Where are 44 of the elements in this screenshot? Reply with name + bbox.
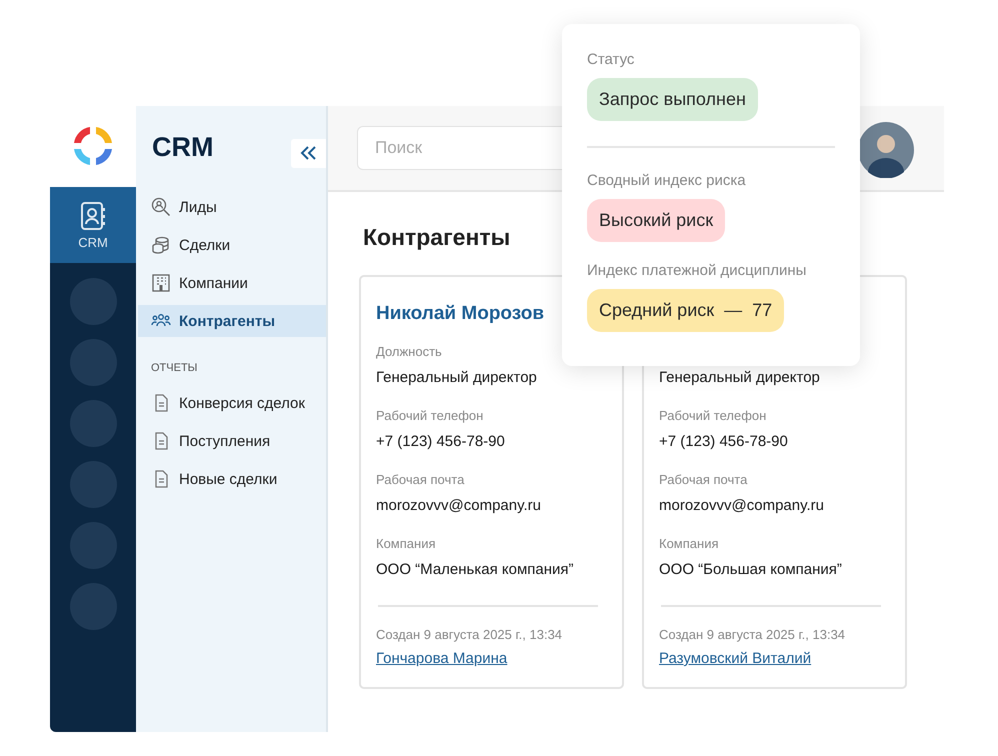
sidebar-item[interactable]: Компании <box>136 267 326 299</box>
author-link[interactable]: Разумовский Виталий <box>659 650 812 667</box>
report-item[interactable]: Новые сделки <box>136 463 326 495</box>
status-badge: Высокий риск <box>587 199 726 242</box>
rail-item[interactable]: CRM <box>50 187 136 263</box>
author-link[interactable]: Гончарова Марина <box>376 650 508 667</box>
report-item[interactable]: Конверсия сделок <box>136 387 326 419</box>
status-badge: Средний риск — 77 <box>587 289 784 332</box>
field-value: +7 (123) 456-78-90 <box>376 433 505 450</box>
collapse-button[interactable] <box>291 138 326 168</box>
popover-label: Индекс платежной дисциплины <box>587 262 806 279</box>
field-value: Генеральный директор <box>659 369 820 386</box>
report-item[interactable]: Поступления <box>136 425 326 457</box>
contacts-icon <box>80 200 106 230</box>
status-badge: Запрос выполнен <box>587 78 758 121</box>
sidebar-item[interactable]: Лиды <box>136 191 326 223</box>
sidebar-item[interactable]: Контрагенты <box>138 305 326 337</box>
sidebar-item[interactable]: Сделки <box>136 229 326 261</box>
field-label: Компания <box>659 536 718 551</box>
section-heading: ОТЧЕТЫ <box>150 361 198 376</box>
created-date: Создан 9 августа 2025 г., 13:34 <box>376 627 562 642</box>
field-label: Рабочая почта <box>659 472 748 487</box>
coins-icon <box>151 235 171 255</box>
field-label: Компания <box>376 536 436 551</box>
field-value: morozovvv@company.ru <box>659 497 824 514</box>
contact-name[interactable]: Николай Морозов <box>376 303 544 324</box>
field-value: morozovvv@company.ru <box>376 497 541 514</box>
user-search-icon <box>151 197 171 217</box>
building-icon <box>151 273 171 293</box>
field-label: Рабочая почта <box>376 472 464 487</box>
field-value: +7 (123) 456-78-90 <box>659 433 788 450</box>
field-value: ООО “Большая компания” <box>659 561 842 578</box>
sidebar-title: CRM <box>152 132 214 162</box>
created-date: Создан 9 августа 2025 г., 13:34 <box>659 627 846 642</box>
avatar-icon[interactable] <box>858 122 914 178</box>
popover-label: Статус <box>587 51 634 68</box>
field-value: Генеральный директор <box>376 369 537 386</box>
double-chevron-icon <box>298 145 318 161</box>
page-title: Контрагенты <box>363 224 512 251</box>
popover-label: Сводный индекс риска <box>587 172 746 189</box>
field-value: ООО “Маленькая компания” <box>376 561 574 578</box>
field-label: Рабочий телефон <box>659 408 766 423</box>
field-label: Должность <box>376 344 442 359</box>
field-label: Рабочий телефон <box>376 408 484 423</box>
